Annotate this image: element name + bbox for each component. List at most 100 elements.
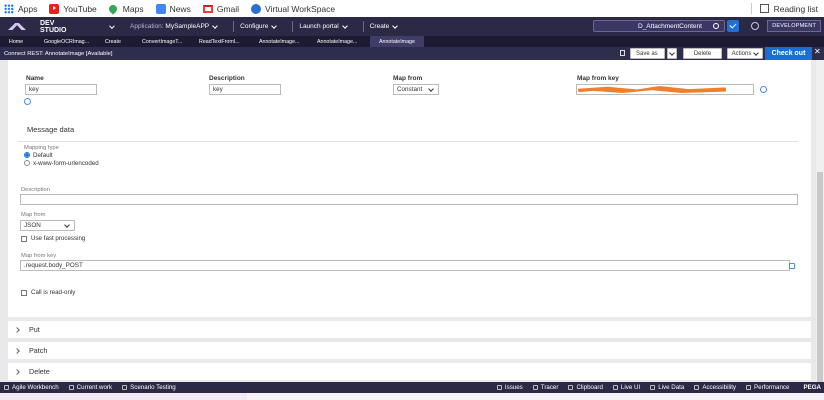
chevron-down-icon	[109, 22, 115, 29]
tab-annotateimage-active[interactable]: AnnotateImage	[370, 36, 424, 47]
save-as-button[interactable]: Save as	[630, 48, 665, 59]
lock-icon	[620, 50, 625, 56]
accordion-patch[interactable]: Patch	[8, 342, 811, 359]
search-icon	[713, 23, 719, 29]
chevron-down-icon	[271, 22, 278, 29]
close-icon[interactable]: ✕	[814, 47, 821, 56]
launch-portal-menu[interactable]: Launch portal	[299, 22, 348, 30]
list-icon	[68, 385, 74, 390]
tracer-icon	[532, 385, 538, 390]
chevron-down-icon	[428, 86, 434, 92]
radio-default[interactable]	[24, 152, 30, 158]
actions-button[interactable]: Actions	[727, 48, 763, 59]
radio-form-urlencoded-label: x-www-form-urlencoded	[33, 160, 99, 167]
scrollbar-thumb[interactable]	[817, 172, 823, 382]
studio-switcher[interactable]: DEV STUDIO	[34, 20, 115, 34]
divider	[292, 21, 294, 32]
description-label: Description	[21, 187, 50, 193]
fast-processing-checkbox[interactable]	[21, 236, 27, 242]
current-work-button[interactable]: Current work	[68, 384, 112, 391]
accordion-delete[interactable]: Delete	[8, 363, 811, 380]
col-header-map-from: Map from	[393, 75, 423, 82]
read-only-checkbox[interactable]	[21, 290, 27, 296]
performance-icon	[746, 385, 752, 390]
workspace-icon	[251, 3, 262, 14]
accordion-put[interactable]: Put	[8, 321, 811, 338]
clipboard-icon	[568, 385, 574, 390]
param-name-field[interactable]: key	[25, 84, 97, 95]
tab-annotateimage-1[interactable]: AnnotateImage...	[258, 36, 316, 47]
tab-googleocrimag[interactable]: GoogleOCRImag...	[40, 36, 102, 47]
add-row-icon[interactable]	[24, 98, 31, 105]
divider	[362, 21, 364, 32]
document-tabs: Home GoogleOCRImag... Create ConvertImag…	[0, 36, 824, 47]
developer-toolbar: Agile Workbench Current work Scenario Te…	[0, 382, 824, 393]
tab-readtextfrom[interactable]: ReadTextFromI...	[197, 36, 258, 47]
chevron-down-icon	[64, 222, 70, 228]
clipboard-button[interactable]: Clipboard	[568, 384, 603, 391]
logo-icon	[8, 23, 26, 30]
radio-default-label: Default	[33, 152, 53, 159]
bookmarks-bar: Apps YouTube Maps News Gmail Virtual Wor…	[0, 0, 824, 17]
delete-button[interactable]: Delete	[683, 48, 722, 59]
apps-grid-icon	[4, 3, 14, 14]
tab-annotateimage-2[interactable]: AnnotateImage...	[316, 36, 370, 47]
rule-form-panel	[8, 60, 811, 317]
pega-logo[interactable]	[0, 17, 34, 36]
chevron-down-icon	[392, 22, 399, 29]
radio-form-urlencoded[interactable]	[24, 160, 30, 166]
performance-button[interactable]: Performance	[746, 384, 789, 391]
agile-workbench-button[interactable]: Agile Workbench	[4, 384, 59, 391]
divider	[750, 3, 752, 14]
pega-brand: PEGA	[803, 384, 821, 391]
chevron-down-icon	[341, 22, 348, 29]
autocomplete-icon[interactable]	[789, 263, 795, 269]
help-icon[interactable]	[751, 22, 759, 30]
warning-icon	[496, 385, 502, 390]
issues-button[interactable]: Issues	[496, 384, 523, 391]
mapping-type-label: Mapping type	[24, 145, 59, 151]
live-data-button[interactable]: Live Data	[650, 384, 684, 391]
tab-convertimage[interactable]: ConvertImageT...	[140, 36, 197, 47]
tab-create[interactable]: Create	[102, 36, 140, 47]
bookmark-gmail[interactable]: Gmail	[202, 4, 239, 14]
workbench-icon	[4, 385, 9, 390]
record-title: Connect REST: AnnotateImage [Available]	[4, 50, 113, 57]
col-header-map-from-key: Map from key	[577, 75, 619, 82]
map-from-key-field[interactable]: .request.body_POST	[20, 260, 790, 271]
bookmark-virtual-workspace[interactable]: Virtual WorkSpace	[251, 3, 335, 14]
fast-processing-label: Use fast processing	[31, 235, 86, 242]
search-go-button[interactable]	[727, 20, 739, 32]
environment-badge[interactable]: DEVELOPMENT	[767, 20, 821, 32]
map-from-key-label: Map from key	[21, 253, 57, 259]
param-description-field[interactable]: key	[209, 84, 281, 95]
col-header-description: Description	[209, 75, 245, 82]
create-menu[interactable]: Create	[370, 22, 399, 30]
tab-home[interactable]: Home	[0, 36, 40, 47]
reading-list-button[interactable]: Reading list	[750, 0, 818, 17]
section-title-message-data: Message data	[27, 125, 75, 134]
check-out-button[interactable]: Check out	[765, 47, 812, 60]
bookmark-news[interactable]: News	[155, 3, 191, 14]
remove-row-icon[interactable]	[760, 86, 767, 93]
save-as-menu-button[interactable]	[667, 48, 677, 59]
bookmark-maps[interactable]: Maps	[107, 2, 144, 15]
accessibility-button[interactable]: Accessibility	[694, 384, 736, 391]
reading-list-icon	[759, 4, 769, 13]
chevron-down-icon	[753, 49, 760, 56]
chevron-down-icon	[212, 22, 218, 29]
param-map-from-select[interactable]: Constant	[393, 84, 439, 95]
map-from-select[interactable]: JSON	[20, 220, 75, 231]
tracer-button[interactable]: Tracer	[532, 384, 558, 391]
bookmark-apps[interactable]: Apps	[4, 3, 37, 14]
configure-menu[interactable]: Configure	[240, 22, 278, 30]
application-menu[interactable]: Application: MySampleAPP	[130, 22, 218, 30]
description-field[interactable]	[20, 194, 798, 205]
scenario-testing-button[interactable]: Scenario Testing	[122, 384, 176, 391]
vertical-scrollbar[interactable]	[816, 60, 824, 382]
search-input[interactable]: D_AttachmentContent	[593, 20, 725, 32]
bookmark-youtube[interactable]: YouTube	[49, 3, 97, 14]
live-ui-button[interactable]: Live UI	[612, 384, 640, 391]
read-only-label: Call is read-only	[31, 289, 76, 296]
live-ui-icon	[612, 385, 618, 390]
